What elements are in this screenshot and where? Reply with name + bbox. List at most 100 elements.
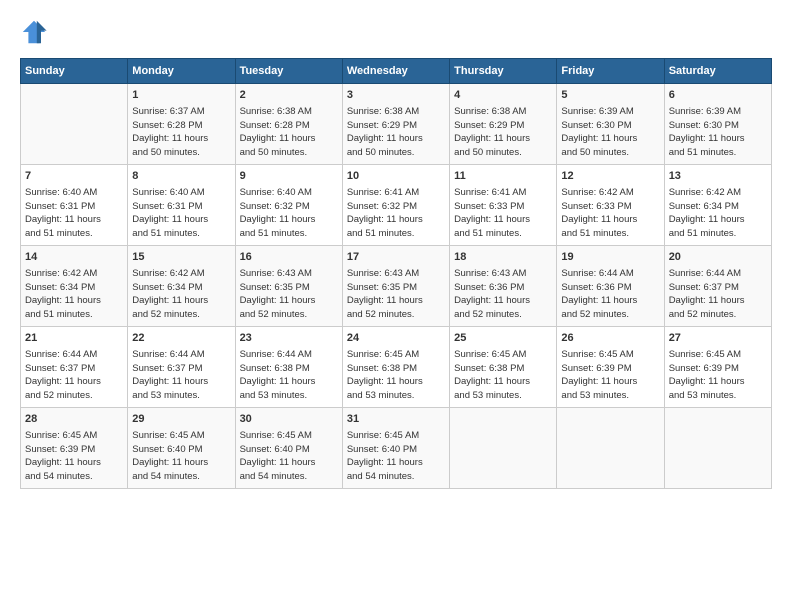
day-info: and 52 minutes. [669, 308, 767, 322]
day-number: 5 [561, 88, 659, 104]
day-number: 9 [240, 169, 338, 185]
day-info: Sunrise: 6:45 AM [561, 348, 659, 362]
day-info: and 52 minutes. [132, 308, 230, 322]
day-info: Sunset: 6:30 PM [669, 119, 767, 133]
day-number: 7 [25, 169, 123, 185]
day-info: Sunrise: 6:44 AM [25, 348, 123, 362]
week-row-4: 21Sunrise: 6:44 AMSunset: 6:37 PMDayligh… [21, 327, 772, 408]
day-info: Daylight: 11 hours [132, 132, 230, 146]
day-info: Sunset: 6:30 PM [561, 119, 659, 133]
day-number: 15 [132, 250, 230, 266]
day-cell [21, 84, 128, 165]
day-info: Sunrise: 6:39 AM [669, 105, 767, 119]
day-info: and 53 minutes. [347, 389, 445, 403]
day-info: Sunrise: 6:37 AM [132, 105, 230, 119]
day-info: Daylight: 11 hours [132, 375, 230, 389]
day-info: and 51 minutes. [347, 227, 445, 241]
header [20, 18, 772, 46]
day-info: Daylight: 11 hours [561, 375, 659, 389]
day-number: 19 [561, 250, 659, 266]
day-info: Daylight: 11 hours [240, 375, 338, 389]
day-cell: 18Sunrise: 6:43 AMSunset: 6:36 PMDayligh… [450, 246, 557, 327]
day-info: and 52 minutes. [454, 308, 552, 322]
day-info: Daylight: 11 hours [454, 375, 552, 389]
day-info: Sunrise: 6:45 AM [25, 429, 123, 443]
day-cell: 4Sunrise: 6:38 AMSunset: 6:29 PMDaylight… [450, 84, 557, 165]
day-info: Daylight: 11 hours [240, 294, 338, 308]
day-info: and 53 minutes. [240, 389, 338, 403]
day-number: 16 [240, 250, 338, 266]
header-cell-monday: Monday [128, 59, 235, 84]
day-cell [450, 408, 557, 489]
day-info: Sunrise: 6:40 AM [132, 186, 230, 200]
day-info: and 51 minutes. [454, 227, 552, 241]
day-info: and 54 minutes. [25, 470, 123, 484]
day-info: Daylight: 11 hours [240, 213, 338, 227]
day-cell: 29Sunrise: 6:45 AMSunset: 6:40 PMDayligh… [128, 408, 235, 489]
day-info: Sunrise: 6:42 AM [561, 186, 659, 200]
day-number: 27 [669, 331, 767, 347]
header-cell-saturday: Saturday [664, 59, 771, 84]
day-info: Daylight: 11 hours [132, 456, 230, 470]
day-cell [557, 408, 664, 489]
day-number: 3 [347, 88, 445, 104]
day-info: Sunrise: 6:40 AM [25, 186, 123, 200]
day-number: 1 [132, 88, 230, 104]
day-info: Daylight: 11 hours [454, 213, 552, 227]
day-info: Sunrise: 6:42 AM [669, 186, 767, 200]
header-cell-friday: Friday [557, 59, 664, 84]
day-info: and 54 minutes. [240, 470, 338, 484]
day-number: 30 [240, 412, 338, 428]
day-info: Daylight: 11 hours [347, 213, 445, 227]
day-number: 26 [561, 331, 659, 347]
day-info: Sunset: 6:39 PM [561, 362, 659, 376]
day-info: Sunset: 6:28 PM [132, 119, 230, 133]
day-info: Sunset: 6:36 PM [561, 281, 659, 295]
day-info: and 51 minutes. [669, 227, 767, 241]
day-info: Sunset: 6:34 PM [25, 281, 123, 295]
logo [20, 18, 52, 46]
day-info: and 51 minutes. [25, 227, 123, 241]
day-info: Sunset: 6:31 PM [25, 200, 123, 214]
day-info: Sunrise: 6:44 AM [240, 348, 338, 362]
week-row-2: 7Sunrise: 6:40 AMSunset: 6:31 PMDaylight… [21, 165, 772, 246]
page: SundayMondayTuesdayWednesdayThursdayFrid… [0, 0, 792, 499]
day-info: Sunrise: 6:45 AM [240, 429, 338, 443]
day-number: 20 [669, 250, 767, 266]
day-info: Daylight: 11 hours [347, 456, 445, 470]
day-info: and 52 minutes. [25, 389, 123, 403]
day-info: Daylight: 11 hours [669, 132, 767, 146]
day-cell: 22Sunrise: 6:44 AMSunset: 6:37 PMDayligh… [128, 327, 235, 408]
day-info: Sunset: 6:37 PM [132, 362, 230, 376]
day-cell: 24Sunrise: 6:45 AMSunset: 6:38 PMDayligh… [342, 327, 449, 408]
day-info: and 50 minutes. [347, 146, 445, 160]
day-cell: 5Sunrise: 6:39 AMSunset: 6:30 PMDaylight… [557, 84, 664, 165]
day-info: Sunrise: 6:41 AM [454, 186, 552, 200]
day-info: Sunset: 6:40 PM [240, 443, 338, 457]
day-number: 2 [240, 88, 338, 104]
day-info: Sunrise: 6:45 AM [347, 429, 445, 443]
day-cell: 31Sunrise: 6:45 AMSunset: 6:40 PMDayligh… [342, 408, 449, 489]
day-info: Sunset: 6:33 PM [454, 200, 552, 214]
day-number: 21 [25, 331, 123, 347]
day-cell: 20Sunrise: 6:44 AMSunset: 6:37 PMDayligh… [664, 246, 771, 327]
day-info: and 51 minutes. [669, 146, 767, 160]
day-info: Sunset: 6:35 PM [347, 281, 445, 295]
day-info: Sunrise: 6:38 AM [454, 105, 552, 119]
day-number: 23 [240, 331, 338, 347]
day-info: Daylight: 11 hours [25, 375, 123, 389]
day-info: and 53 minutes. [561, 389, 659, 403]
day-info: Sunset: 6:35 PM [240, 281, 338, 295]
day-cell: 21Sunrise: 6:44 AMSunset: 6:37 PMDayligh… [21, 327, 128, 408]
day-cell: 1Sunrise: 6:37 AMSunset: 6:28 PMDaylight… [128, 84, 235, 165]
day-number: 12 [561, 169, 659, 185]
day-info: and 53 minutes. [132, 389, 230, 403]
week-row-1: 1Sunrise: 6:37 AMSunset: 6:28 PMDaylight… [21, 84, 772, 165]
day-info: Daylight: 11 hours [25, 456, 123, 470]
day-cell: 10Sunrise: 6:41 AMSunset: 6:32 PMDayligh… [342, 165, 449, 246]
day-cell: 15Sunrise: 6:42 AMSunset: 6:34 PMDayligh… [128, 246, 235, 327]
day-info: and 50 minutes. [132, 146, 230, 160]
day-number: 22 [132, 331, 230, 347]
day-info: Daylight: 11 hours [347, 132, 445, 146]
day-cell: 14Sunrise: 6:42 AMSunset: 6:34 PMDayligh… [21, 246, 128, 327]
